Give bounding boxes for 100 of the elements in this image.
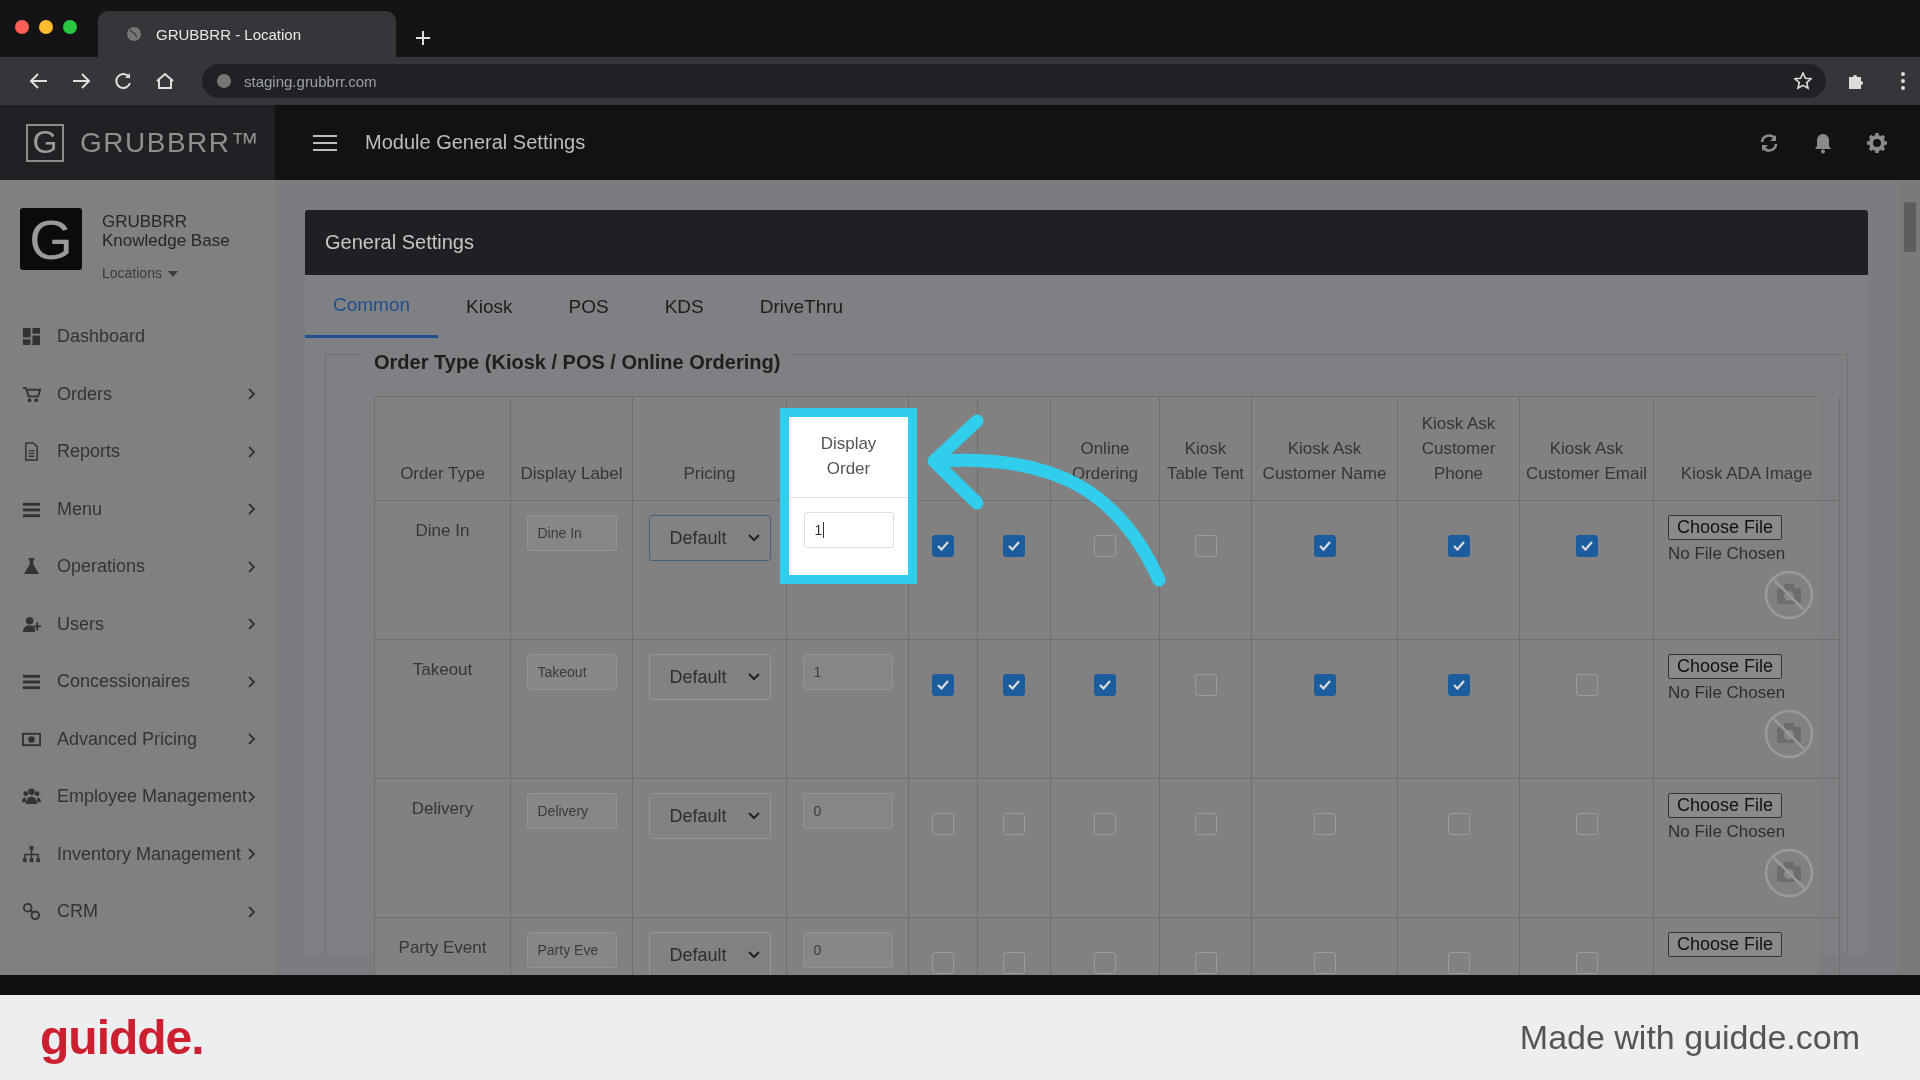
file-status: No File Chosen xyxy=(1668,683,1786,703)
sidebar-item[interactable]: Concessionaires xyxy=(0,653,275,711)
checkbox[interactable] xyxy=(1575,813,1598,835)
pricing-dropdown[interactable]: Default xyxy=(648,793,771,839)
sidebar-item[interactable]: Employee Management xyxy=(0,768,275,826)
bell-icon[interactable] xyxy=(1812,131,1834,154)
pricing-dropdown[interactable]: Default xyxy=(648,515,771,561)
column-header: Kiosk Table Tent xyxy=(1160,397,1252,501)
window-minimize-button[interactable] xyxy=(39,20,53,34)
checkbox[interactable] xyxy=(1003,813,1025,835)
checkbox[interactable] xyxy=(1575,535,1598,557)
sidebar-item[interactable]: Reports xyxy=(0,423,275,481)
no-camera-icon xyxy=(1764,709,1814,759)
order-type-label: Takeout xyxy=(412,660,473,680)
sidebar-item[interactable]: CRM xyxy=(0,883,275,941)
choose-file-button[interactable]: Choose File xyxy=(1668,793,1783,818)
sidebar-item[interactable]: Inventory Management xyxy=(0,825,275,883)
checkbox[interactable] xyxy=(1447,674,1470,696)
checkbox[interactable] xyxy=(1194,952,1217,974)
column-header: Kiosk Ask Customer Name xyxy=(1252,397,1398,501)
chevron-down-icon xyxy=(747,673,760,681)
sidebar-item[interactable]: Dashboard xyxy=(0,308,275,366)
flask-icon xyxy=(22,557,41,577)
address-bar[interactable]: staging.grubbrr.com xyxy=(202,64,1826,98)
checkmark-icon xyxy=(1580,541,1593,551)
tab[interactable]: Kiosk xyxy=(438,275,541,338)
kebab-menu-icon[interactable] xyxy=(1900,71,1906,91)
sidebar-item[interactable]: Menu xyxy=(0,480,275,538)
checkbox[interactable] xyxy=(1094,674,1116,696)
display-order-field[interactable]: 1 xyxy=(802,654,893,690)
checkbox[interactable] xyxy=(1313,952,1336,974)
org-name: Knowledge Base xyxy=(102,231,230,250)
window-zoom-button[interactable] xyxy=(63,20,77,34)
sidebar-item[interactable]: Operations xyxy=(0,538,275,596)
pricing-dropdown[interactable]: Default xyxy=(648,932,771,975)
checkbox[interactable] xyxy=(932,813,954,835)
chevron-down-icon xyxy=(747,951,760,959)
panel-header: General Settings xyxy=(305,210,1868,275)
checkbox[interactable] xyxy=(1447,535,1470,557)
sidebar-item[interactable]: Advanced Pricing xyxy=(0,710,275,768)
checkbox[interactable] xyxy=(1194,674,1217,696)
checkbox[interactable] xyxy=(1003,535,1025,557)
checkbox[interactable] xyxy=(1313,674,1336,696)
choose-file-button[interactable]: Choose File xyxy=(1668,932,1783,957)
checkbox[interactable] xyxy=(1094,813,1116,835)
checkbox[interactable] xyxy=(1447,813,1470,835)
tab[interactable]: KDS xyxy=(636,275,732,338)
cart-icon xyxy=(22,384,41,404)
chevron-down-icon xyxy=(747,812,760,820)
column-header: Order Type xyxy=(375,397,511,501)
checkbox[interactable] xyxy=(1313,813,1336,835)
browser-tab[interactable]: GRUBBRR - Location xyxy=(98,11,396,57)
checkmark-icon xyxy=(1008,680,1020,690)
display-label-field[interactable]: Takeout xyxy=(526,654,617,690)
display-order-field[interactable]: 0 xyxy=(802,793,893,829)
checkbox[interactable] xyxy=(1194,535,1217,557)
checkbox[interactable] xyxy=(932,535,954,557)
guidde-logo: guidde. xyxy=(40,1010,204,1065)
window-close-button[interactable] xyxy=(15,20,29,34)
tab[interactable]: POS xyxy=(540,275,637,338)
checkbox[interactable] xyxy=(1003,674,1025,696)
sidebar-item[interactable]: Users xyxy=(0,595,275,653)
checkbox[interactable] xyxy=(932,674,954,696)
star-icon[interactable] xyxy=(1794,72,1812,90)
checkbox[interactable] xyxy=(1094,952,1116,974)
menu-icon[interactable] xyxy=(313,133,337,152)
caret-icon xyxy=(167,270,178,277)
settings-icon[interactable] xyxy=(1866,131,1888,154)
checkbox[interactable] xyxy=(1094,535,1116,557)
checkbox[interactable] xyxy=(1575,952,1598,974)
new-tab-icon[interactable] xyxy=(414,29,432,47)
pricing-dropdown[interactable]: Default xyxy=(648,654,771,700)
column-header: Display Order xyxy=(819,433,878,480)
display-label-field[interactable]: Delivery xyxy=(526,793,617,829)
globe-icon xyxy=(126,26,142,42)
hierarchy-icon xyxy=(22,844,41,864)
checkmark-icon xyxy=(1318,680,1331,690)
checkbox[interactable] xyxy=(1447,952,1470,974)
checkbox[interactable] xyxy=(932,952,954,974)
checkbox[interactable] xyxy=(1003,952,1025,974)
display-order-field[interactable]: 0 xyxy=(802,932,893,968)
user-plus-icon xyxy=(22,614,41,634)
checkbox[interactable] xyxy=(1313,535,1336,557)
display-order-field[interactable]: 1 xyxy=(803,512,894,548)
display-label-field[interactable]: Dine In xyxy=(526,515,617,551)
checkbox[interactable] xyxy=(1194,813,1217,835)
choose-file-button[interactable]: Choose File xyxy=(1668,654,1783,679)
locations-dropdown[interactable]: Locations xyxy=(102,264,230,283)
home-icon[interactable] xyxy=(154,70,176,92)
tab[interactable]: DriveThru xyxy=(731,275,872,338)
display-label-field[interactable]: Party Eve xyxy=(526,932,617,968)
reload-icon[interactable] xyxy=(112,70,134,92)
checkmark-icon xyxy=(1452,680,1465,690)
refresh-icon[interactable] xyxy=(1758,131,1780,154)
order-type-label: Party Event xyxy=(398,938,487,958)
choose-file-button[interactable]: Choose File xyxy=(1668,515,1783,540)
checkbox[interactable] xyxy=(1575,674,1598,696)
sidebar-item[interactable]: Orders xyxy=(0,365,275,423)
scrollbar[interactable] xyxy=(1900,180,1920,975)
globe-icon xyxy=(216,73,232,89)
